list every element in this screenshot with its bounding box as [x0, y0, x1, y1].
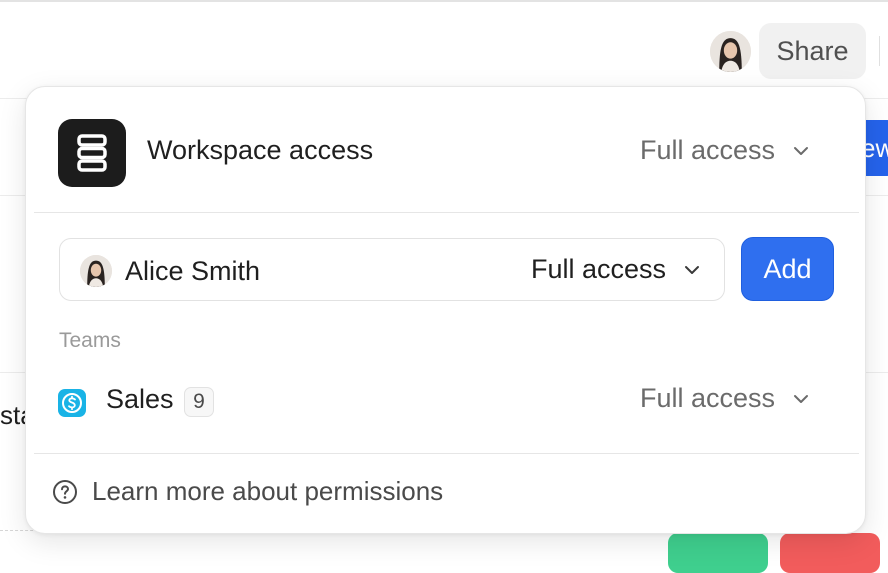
team-access-dropdown[interactable]: Full access [640, 383, 809, 414]
invitee-avatar [80, 255, 112, 287]
learn-more-text: Learn more about permissions [92, 476, 444, 506]
workspace-logo-icon [58, 119, 126, 187]
background-red-button[interactable] [780, 533, 880, 573]
invite-access-dropdown[interactable]: Full access [531, 254, 700, 285]
learn-more-link[interactable]: Learn more about permissions [52, 476, 443, 507]
share-popover: Workspace access Full access Alice Smith… [25, 86, 866, 534]
chevron-down-icon [794, 146, 809, 155]
top-border [0, 0, 888, 2]
teams-section-label: Teams [59, 329, 121, 352]
team-name: Sales [106, 384, 174, 414]
background-green-button[interactable] [668, 533, 768, 573]
chevron-down-icon [685, 265, 700, 274]
dollar-icon [58, 389, 86, 417]
invitee-name: Alice Smith [125, 256, 261, 286]
section-divider [34, 453, 859, 454]
add-button[interactable]: Add [741, 237, 834, 301]
access-level-label: Full access [640, 383, 776, 413]
access-level-label: Full access [531, 254, 667, 284]
workspace-access-title: Workspace access [147, 135, 374, 165]
section-divider [34, 212, 859, 213]
share-button[interactable]: Share [759, 23, 866, 79]
chevron-down-icon [794, 394, 809, 403]
toolbar-divider [879, 36, 880, 66]
help-circle-icon [53, 479, 77, 504]
workspace-access-dropdown[interactable]: Full access [640, 135, 809, 166]
user-avatar[interactable] [710, 31, 751, 72]
avatar-image [710, 31, 751, 72]
access-level-label: Full access [640, 135, 776, 165]
invite-input[interactable]: Alice Smith Full access [59, 238, 725, 301]
team-member-count-badge: 9 [184, 387, 214, 417]
